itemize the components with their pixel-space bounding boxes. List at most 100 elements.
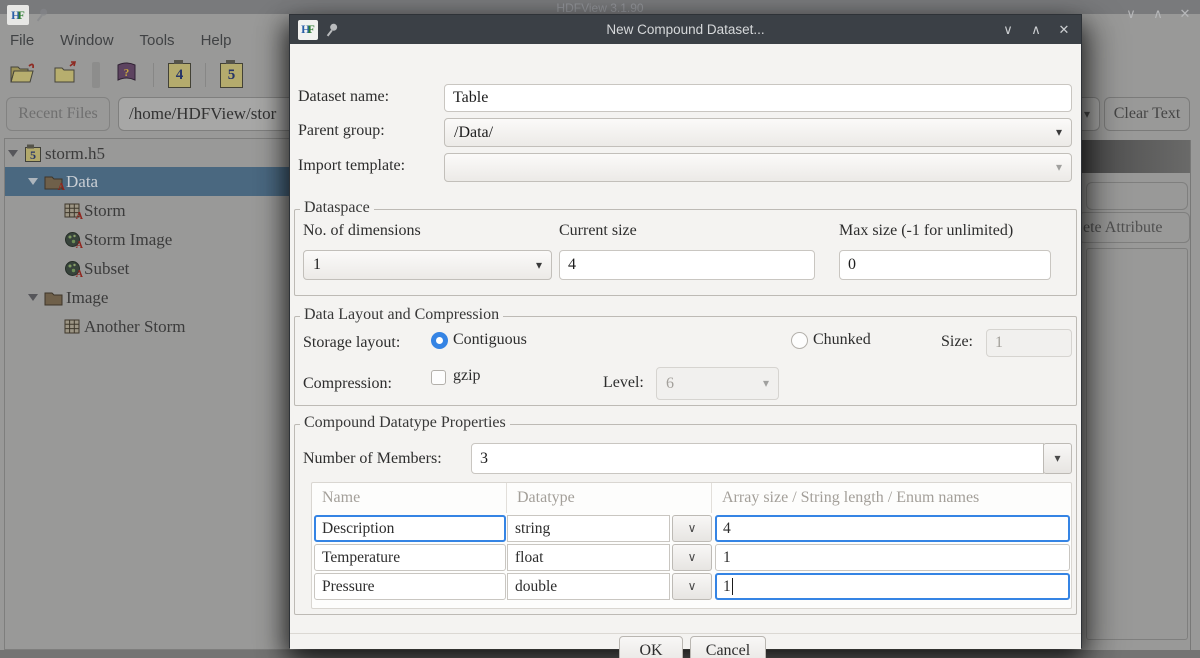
minimize-icon[interactable]: ∨ xyxy=(1124,6,1138,22)
new-compound-dataset-dialog: HF New Compound Dataset... ∨ ∧ ✕ Dataset… xyxy=(289,14,1082,658)
member-datatype-value[interactable]: float xyxy=(507,544,670,571)
tree-item-storm-h5[interactable]: 5 storm.h5 xyxy=(8,139,105,168)
help-book-icon[interactable]: ? xyxy=(114,61,139,89)
expander-arrow-icon[interactable] xyxy=(28,178,38,185)
member-name-input[interactable]: Temperature xyxy=(314,544,506,571)
chunked-radio[interactable] xyxy=(791,332,808,349)
max-size-input[interactable]: 0 xyxy=(839,250,1051,280)
layout-compression-legend: Data Layout and Compression xyxy=(300,306,504,324)
toolbar-separator xyxy=(153,63,154,87)
dataset-table-icon xyxy=(64,318,81,335)
members-header-arraysize: Array size / String length / Enum names xyxy=(722,489,980,506)
number-of-members-value[interactable]: 3 xyxy=(471,443,1044,474)
svg-text:5: 5 xyxy=(30,148,36,162)
chevron-down-icon[interactable]: ▾ xyxy=(1084,107,1090,122)
current-size-input[interactable]: 4 xyxy=(559,250,815,280)
dataspace-legend: Dataspace xyxy=(300,199,374,217)
open-file-icon[interactable] xyxy=(8,60,38,91)
member-datatype-value[interactable]: double xyxy=(507,573,670,600)
menu-help[interactable]: Help xyxy=(201,32,232,49)
content-pane-header xyxy=(1082,140,1191,173)
member-name-input[interactable]: Description xyxy=(314,515,506,542)
member-datatype-dropdown-button[interactable]: ∨ xyxy=(672,515,712,542)
no-of-dimensions-label: No. of dimensions xyxy=(303,222,421,239)
menu-bar: File Window Tools Help xyxy=(10,32,231,49)
member-datatype-dropdown-button[interactable]: ∨ xyxy=(672,573,712,600)
chevron-down-icon: ▾ xyxy=(1055,125,1062,139)
maximize-icon[interactable]: ∧ xyxy=(1151,6,1165,22)
dialog-body: Dataset name: Table Parent group: /Data/… xyxy=(290,44,1081,658)
tree-item-label: Storm xyxy=(84,200,126,220)
maximize-icon[interactable]: ∧ xyxy=(1029,22,1043,38)
chevron-down-icon: ▾ xyxy=(1055,160,1062,174)
menu-tools[interactable]: Tools xyxy=(140,32,175,49)
parent-group-select[interactable]: /Data/ ▾ xyxy=(444,118,1072,147)
dataset-name-input[interactable]: Table xyxy=(444,84,1072,112)
minimize-icon[interactable]: ∨ xyxy=(1001,22,1015,38)
compound-properties-legend: Compound Datatype Properties xyxy=(300,414,510,432)
dataset-name-label: Dataset name: xyxy=(298,88,390,105)
delete-attribute-button[interactable]: ete Attribute xyxy=(1078,212,1190,243)
tree-item-another-storm[interactable]: Another Storm xyxy=(64,312,186,341)
members-header-datatype: Datatype xyxy=(507,483,712,513)
tree-item-storm[interactable]: A Storm xyxy=(64,196,126,225)
chunked-label: Chunked xyxy=(813,331,871,348)
tree-item-image[interactable]: Image xyxy=(28,283,108,312)
dataset-table-icon: A xyxy=(64,202,83,222)
level-select: 6 ▾ xyxy=(656,367,779,400)
tree-item-data[interactable]: A Data xyxy=(5,167,289,196)
window-bottom-edge xyxy=(0,650,1200,658)
max-size-label: Max size (-1 for unlimited) xyxy=(839,222,1014,239)
dialog-controls: ∨ ∧ ✕ xyxy=(1001,15,1071,44)
group-folder-icon xyxy=(44,290,63,306)
file-path-value: /home/HDFView/stor xyxy=(129,104,277,123)
close-icon[interactable]: ✕ xyxy=(1178,6,1192,22)
member-datatype-value[interactable]: string xyxy=(507,515,670,542)
clear-text-button[interactable]: Clear Text xyxy=(1104,97,1190,131)
tree-item-label: Subset xyxy=(84,258,130,278)
menu-file[interactable]: File xyxy=(10,32,34,49)
cancel-button[interactable]: Cancel xyxy=(690,636,766,658)
gzip-checkbox[interactable] xyxy=(431,370,446,385)
chevron-down-icon: ▾ xyxy=(762,376,769,390)
expander-arrow-icon[interactable] xyxy=(8,150,18,157)
import-template-select[interactable]: ▾ xyxy=(444,153,1072,182)
svg-text:?: ? xyxy=(124,67,130,79)
chevron-down-icon: ∨ xyxy=(687,521,697,535)
hdf-logo-icon: HF xyxy=(7,5,29,25)
main-window-title: HDFView 3.1.90 xyxy=(556,1,644,15)
member-arraysize-input[interactable]: 1 xyxy=(715,544,1070,571)
hdf4-file-icon[interactable]: 4 xyxy=(168,59,191,88)
compression-label: Compression: xyxy=(303,375,392,392)
level-label: Level: xyxy=(603,374,644,391)
tree-panel xyxy=(4,138,290,650)
tree-item-label: Image xyxy=(66,287,109,307)
number-of-members-dropdown-button[interactable]: ▾ xyxy=(1043,443,1072,474)
toolbar-separator xyxy=(92,62,100,88)
attribute-info-panel xyxy=(1086,248,1188,640)
new-file-icon[interactable] xyxy=(52,60,78,91)
tree-item-label: storm.h5 xyxy=(45,143,105,163)
size-label: Size: xyxy=(941,333,973,350)
contiguous-radio[interactable] xyxy=(431,332,448,349)
chevron-down-icon: ▾ xyxy=(535,257,542,272)
hdf5-file-icon[interactable]: 5 xyxy=(220,59,243,88)
dialog-title: New Compound Dataset... xyxy=(606,22,765,37)
member-arraysize-input[interactable]: 1 xyxy=(715,573,1070,600)
attribute-action-button[interactable] xyxy=(1086,182,1188,210)
tree-item-storm-image[interactable]: A Storm Image xyxy=(64,225,172,254)
button-bar-separator xyxy=(290,633,1081,649)
tree-item-subset[interactable]: A Subset xyxy=(64,254,129,283)
main-window-controls: ∨ ∧ ✕ xyxy=(1124,6,1192,22)
chunk-size-input: 1 xyxy=(986,329,1072,357)
no-of-dimensions-select[interactable]: 1 ▾ xyxy=(303,250,552,280)
member-datatype-dropdown-button[interactable]: ∨ xyxy=(672,544,712,571)
menu-window[interactable]: Window xyxy=(60,32,113,49)
expander-arrow-icon[interactable] xyxy=(28,294,38,301)
recent-files-button[interactable]: Recent Files xyxy=(6,97,110,131)
close-icon[interactable]: ✕ xyxy=(1057,22,1071,38)
member-arraysize-input[interactable]: 4 xyxy=(715,515,1070,542)
ok-button[interactable]: OK xyxy=(619,636,683,658)
dialog-titlebar[interactable]: HF New Compound Dataset... ∨ ∧ ✕ xyxy=(290,15,1081,44)
member-name-input[interactable]: Pressure xyxy=(314,573,506,600)
